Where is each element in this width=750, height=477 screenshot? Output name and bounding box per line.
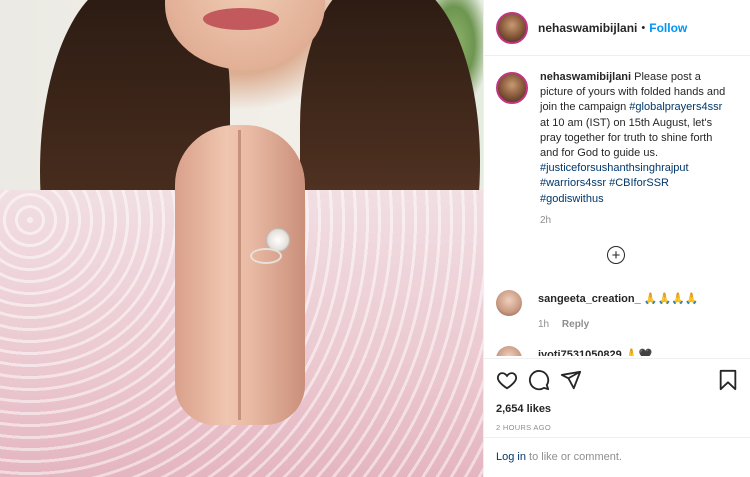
login-bar: Log in to like or comment. (484, 437, 750, 477)
post-time[interactable]: 2 HOURS AGO (496, 423, 750, 432)
reply-button[interactable]: Reply (562, 319, 589, 330)
comment-meta: 1h Reply (538, 319, 699, 330)
caption: nehaswamibijlani Please post a picture o… (484, 56, 750, 207)
post-header: nehaswamibijlani • Follow (484, 0, 750, 56)
share-icon[interactable] (560, 369, 582, 391)
comment-icon[interactable] (528, 369, 550, 391)
comment-item: jyoti7531050829 🙏🖤 (496, 346, 652, 356)
post-photo[interactable] (0, 0, 483, 477)
ring-band (250, 248, 282, 264)
hashtag-link[interactable]: #globalprayers4ssr (629, 101, 722, 113)
hashtag-link[interactable]: #warriors4ssr (540, 177, 606, 189)
likes-count[interactable]: 2,654 likes (496, 403, 750, 415)
post-sidebar: nehaswamibijlani • Follow nehaswamibijla… (483, 0, 750, 477)
separator-dot: • (641, 21, 646, 34)
login-link[interactable]: Log in (496, 451, 526, 463)
caption-time[interactable]: 2h (540, 215, 750, 226)
hashtag-link[interactable]: #CBIforSSR (609, 177, 669, 189)
comment-text: 🙏🙏🙏🙏 (643, 293, 699, 305)
follow-button[interactable]: Follow (649, 21, 687, 35)
comment-avatar[interactable] (496, 290, 522, 316)
instagram-post: nehaswamibijlani • Follow nehaswamibijla… (0, 0, 750, 477)
comment-avatar[interactable] (496, 346, 522, 356)
login-text: to like or comment. (529, 451, 622, 463)
plus-circle-icon[interactable]: + (607, 246, 625, 264)
caption-text: nehaswamibijlani Please post a picture o… (540, 70, 730, 207)
header-username[interactable]: nehaswamibijlani (538, 21, 637, 35)
avatar[interactable] (496, 11, 528, 44)
caption-body-2: at 10 am (IST) on 15th August, let's pra… (540, 116, 713, 160)
comment-body: sangeeta_creation_ 🙏🙏🙏🙏 1h Reply (538, 290, 699, 330)
comment-time[interactable]: 1h (538, 319, 549, 330)
comment-item: sangeeta_creation_ 🙏🙏🙏🙏 1h Reply (496, 290, 699, 330)
hashtag-link[interactable]: #godiswithus (540, 193, 604, 205)
bookmark-icon[interactable] (718, 369, 738, 391)
comment-username[interactable]: jyoti7531050829 (538, 349, 622, 356)
actions-section: 2,654 likes 2 HOURS AGO Log in to like o… (484, 358, 750, 477)
comments-section: nehaswamibijlani Please post a picture o… (484, 56, 750, 356)
hands-divide (238, 130, 241, 420)
comment-body: jyoti7531050829 🙏🖤 (538, 346, 652, 356)
comment-text: 🙏🖤 (624, 349, 653, 356)
caption-username[interactable]: nehaswamibijlani (540, 71, 631, 83)
comment-username[interactable]: sangeeta_creation_ (538, 293, 641, 305)
action-icons (484, 359, 750, 393)
heart-icon[interactable] (496, 369, 518, 391)
caption-avatar[interactable] (496, 72, 528, 104)
lips (203, 8, 279, 30)
hashtag-link[interactable]: #justiceforsushanthsinghrajput (540, 162, 689, 174)
